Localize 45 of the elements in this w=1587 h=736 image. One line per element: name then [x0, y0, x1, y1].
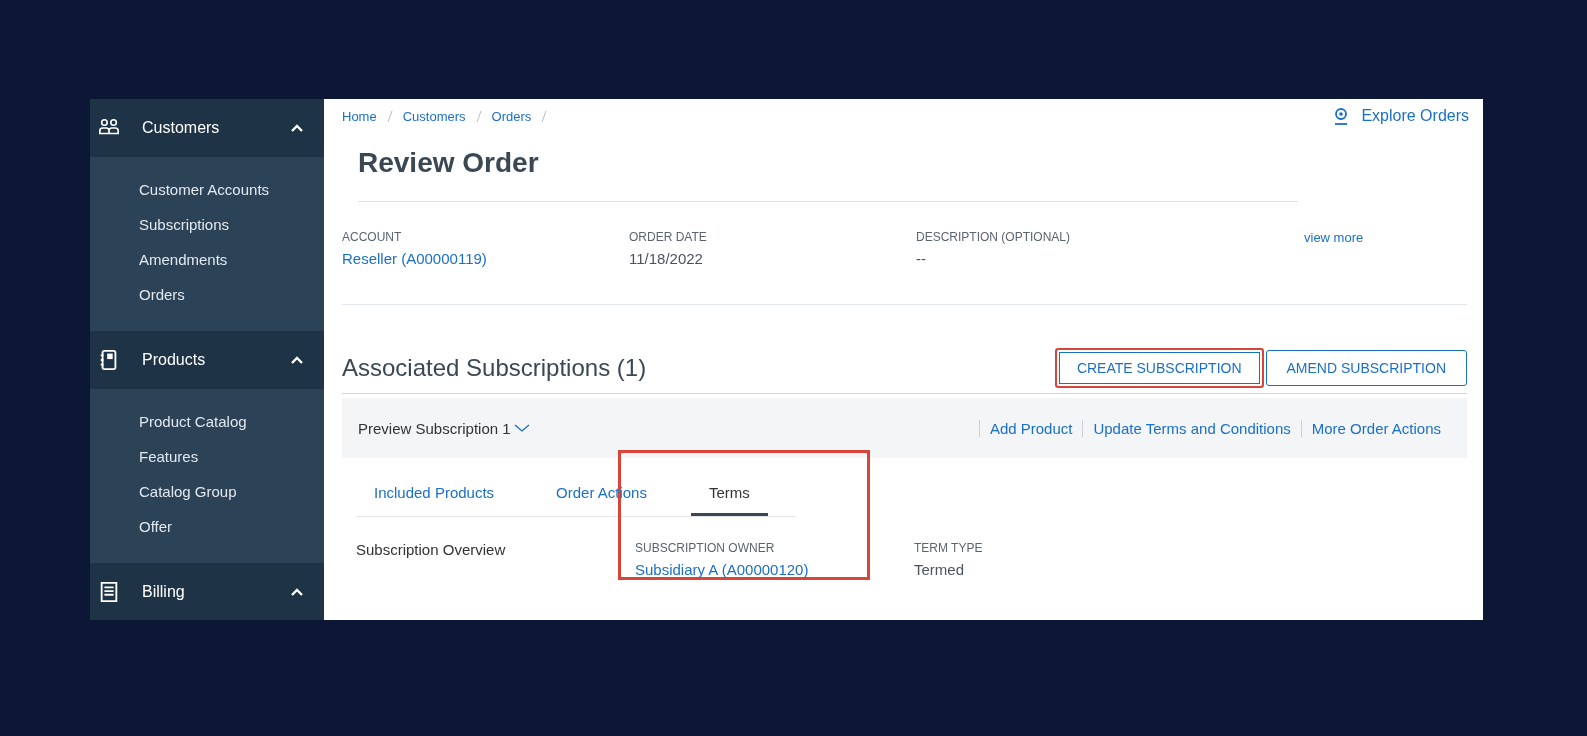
sidebar-item[interactable]: Orders: [139, 286, 324, 303]
subscription-button[interactable]: CREATE SUBSCRIPTION: [1054, 348, 1264, 388]
sidebar-item[interactable]: Features: [139, 448, 324, 465]
owner-link[interactable]: Subsidiary A (A00000120): [635, 561, 809, 578]
chevron-down-icon: [512, 423, 531, 433]
explore-orders-link[interactable]: Explore Orders: [1333, 107, 1469, 125]
slash-separator-icon: [475, 109, 482, 123]
field-label: DESCRIPTION (OPTIONAL): [916, 230, 1071, 244]
sidebar-group-header[interactable]: Products: [90, 331, 324, 389]
action-link[interactable]: Update Terms and Conditions: [1082, 419, 1301, 437]
caret-icon: [290, 587, 304, 597]
field-value: --: [916, 250, 927, 267]
field-label: ORDER DATE: [629, 230, 708, 244]
sidebar-item[interactable]: Amendments: [139, 251, 324, 268]
sidebar-group-header[interactable]: Billing: [90, 563, 324, 620]
page-title: Review Order: [358, 147, 1298, 202]
field-value: Termed: [914, 561, 965, 578]
tab[interactable]: Terms: [690, 472, 768, 516]
view-more-link[interactable]: view more: [1304, 230, 1364, 304]
breadcrumb-link[interactable]: Customers: [402, 108, 466, 124]
account-link[interactable]: Reseller (A00000119): [342, 250, 629, 267]
overview-label: Subscription Overview: [356, 541, 507, 560]
action-link[interactable]: Add Product: [978, 419, 1083, 437]
sidebar-group-header[interactable]: Customers: [90, 99, 324, 157]
breadcrumb-link[interactable]: Home: [342, 108, 377, 124]
tab[interactable]: Included Products: [356, 472, 513, 516]
field-label: TERM TYPE: [914, 541, 983, 555]
section-title: Associated Subscriptions (1): [342, 354, 648, 382]
subscription-button[interactable]: AMEND SUBSCRIPTION: [1265, 350, 1467, 386]
slash-separator-icon: [386, 109, 393, 123]
caret-icon: [290, 123, 304, 133]
breadcrumb-link[interactable]: Orders: [491, 108, 532, 124]
field-label: SUBSCRIPTION OWNER: [635, 541, 775, 555]
sidebar-item[interactable]: Catalog Group: [139, 483, 324, 500]
action-link[interactable]: More Order Actions: [1300, 419, 1451, 437]
slash-separator-icon: [541, 109, 548, 123]
sidebar-item[interactable]: Subscriptions: [139, 216, 324, 233]
field-value: 11/18/2022: [629, 250, 704, 267]
preview-dropdown[interactable]: Preview Subscription 1: [358, 419, 979, 437]
location-pin-icon: [1333, 107, 1350, 125]
field-label: ACCOUNT: [342, 230, 403, 244]
sidebar-item[interactable]: Product Catalog: [139, 413, 324, 430]
sidebar-item[interactable]: Offer: [139, 518, 324, 535]
caret-icon: [290, 355, 304, 365]
sidebar-item[interactable]: Customer Accounts: [139, 181, 324, 198]
